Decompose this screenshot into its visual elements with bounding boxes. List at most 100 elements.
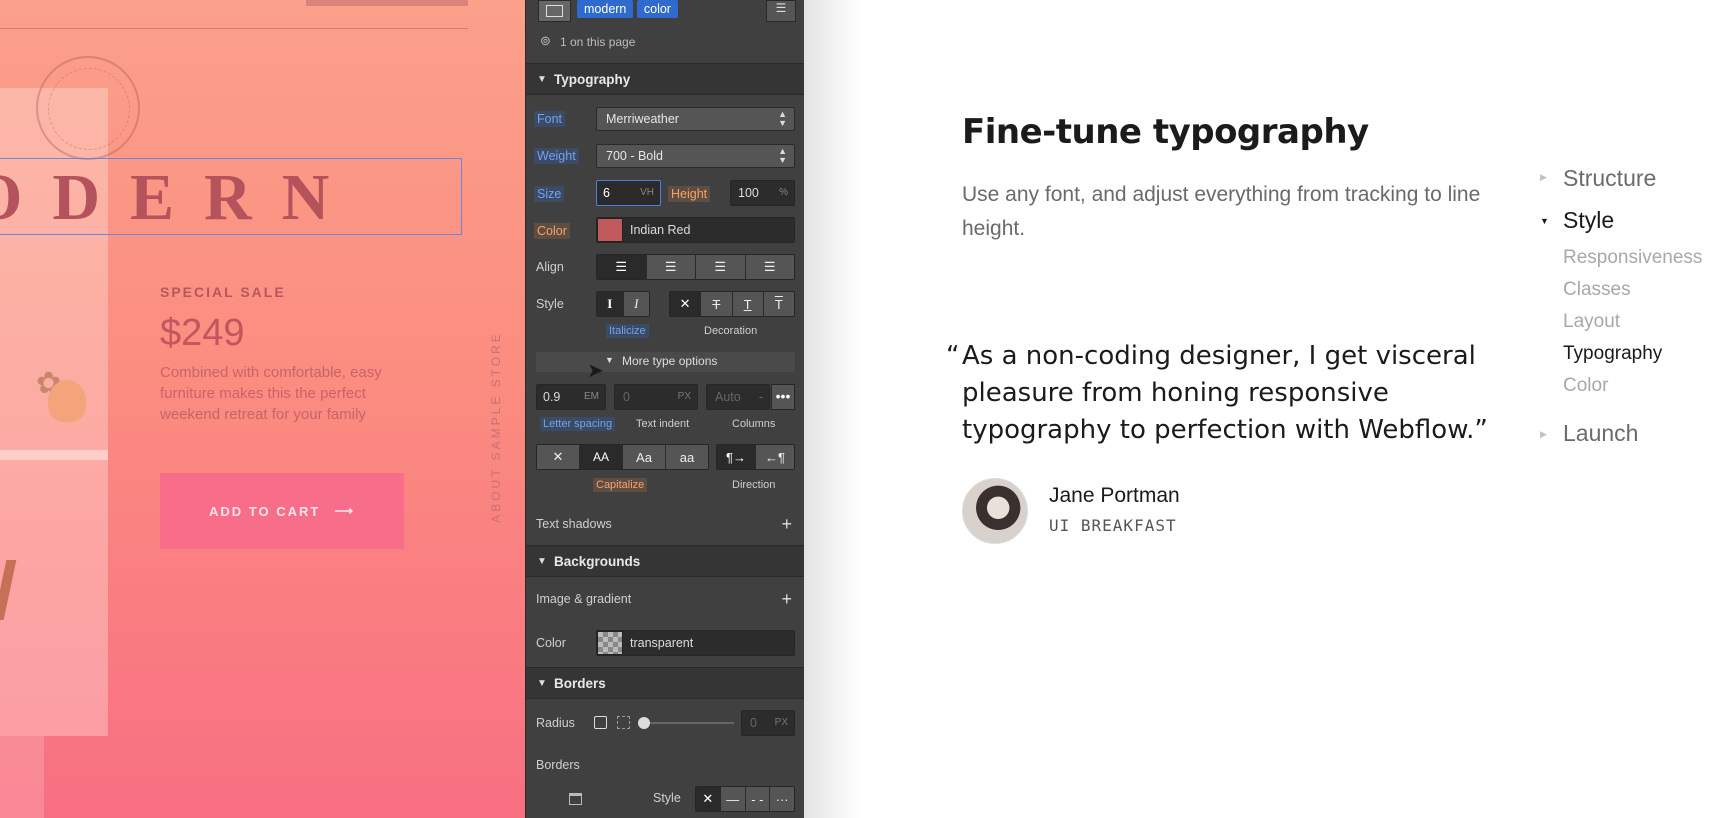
border-none-icon[interactable]: ✕ — [696, 787, 721, 811]
letter-spacing-label: Letter spacing — [540, 417, 616, 431]
radius-label: Radius — [536, 716, 575, 730]
select-arrows-icon: ▲ ▼ — [778, 109, 787, 128]
nav-item-color[interactable]: Color — [1563, 375, 1608, 397]
radius-input[interactable]: 0 PX — [741, 710, 795, 736]
backgrounds-section-header[interactable]: ▼ Backgrounds — [526, 545, 804, 577]
add-text-shadow-icon[interactable]: + — [781, 515, 792, 533]
add-to-cart-button[interactable]: ADD TO CART ⟶ — [160, 473, 404, 549]
border-dotted-icon[interactable]: ··· — [770, 787, 794, 811]
nav-item-launch[interactable]: Launch — [1563, 420, 1638, 447]
nav-item-classes[interactable]: Classes — [1563, 279, 1631, 301]
size-unit[interactable]: VH — [640, 187, 654, 198]
page-title: Fine-tune typography — [962, 112, 1369, 152]
class-tag-color[interactable]: color — [636, 0, 678, 18]
more-type-options-toggle[interactable]: ▼ More type options — [536, 352, 795, 372]
align-right-icon[interactable]: ☰ — [696, 255, 746, 279]
class-tag-modern[interactable]: modern — [577, 0, 634, 18]
nav-item-style[interactable]: Style — [1563, 207, 1614, 234]
mouse-cursor-icon: ➤ — [587, 360, 604, 382]
color-value: Indian Red — [630, 223, 691, 237]
radius-slider-handle[interactable] — [638, 717, 650, 729]
font-select[interactable]: Merriweather ▲ ▼ — [596, 107, 795, 131]
avatar — [962, 478, 1028, 544]
radius-slider-track[interactable] — [640, 722, 734, 724]
columns-input[interactable]: Auto - — [706, 384, 770, 410]
height-input[interactable]: 100 % — [730, 180, 795, 206]
quote-text: As a non-coding designer, I get visceral… — [962, 341, 1488, 445]
align-justify-icon[interactable]: ☰ — [745, 255, 794, 279]
border-dashed-icon[interactable]: - - — [745, 787, 771, 811]
size-input[interactable]: 6 VH — [596, 180, 661, 206]
italic-buttons: I I — [596, 291, 650, 317]
sale-label: SPECIAL SALE — [160, 284, 286, 300]
weight-select[interactable]: 700 - Bold ▲ ▼ — [596, 144, 795, 168]
author-name: Jane Portman — [1049, 484, 1180, 507]
typography-section-header[interactable]: ▼ Typography — [526, 63, 804, 95]
color-field[interactable]: Indian Red — [596, 217, 795, 243]
capitalize-icon[interactable]: Aa — [623, 445, 666, 469]
align-center-icon[interactable]: ☰ — [646, 255, 696, 279]
align-left-icon[interactable]: ☰ — [597, 255, 647, 279]
expanded-triangle-icon: ▼ — [1540, 216, 1549, 226]
product-description: Combined with comfortable, easy furnitur… — [160, 364, 382, 423]
columns-label: Columns — [732, 418, 776, 430]
style-label: Style — [536, 297, 564, 311]
radius-unit[interactable]: PX — [775, 717, 788, 728]
height-unit[interactable]: % — [779, 187, 788, 198]
columns-value: Auto — [715, 390, 741, 404]
nav-item-layout[interactable]: Layout — [1563, 311, 1620, 333]
letter-spacing-value: 0.9 — [543, 390, 561, 404]
collapse-triangle-icon: ▼ — [537, 556, 547, 567]
selector-menu-icon[interactable]: ☰ — [766, 0, 796, 22]
decoration-none-icon[interactable]: ✕ — [670, 292, 702, 316]
testimonial-quote: “ As a non-coding designer, I get viscer… — [946, 338, 1502, 449]
borders-section-header[interactable]: ▼ Borders — [526, 667, 804, 699]
border-all-sides-icon[interactable] — [569, 793, 582, 805]
transform-none-icon[interactable]: ✕ — [537, 445, 580, 469]
add-background-icon[interactable]: + — [781, 590, 792, 608]
color-label: Color — [534, 223, 570, 239]
letter-spacing-unit[interactable]: EM — [584, 391, 599, 402]
add-to-cart-label: ADD TO CART — [209, 503, 321, 519]
letter-spacing-input[interactable]: 0.9 EM — [536, 384, 606, 410]
shelf-image — [0, 450, 108, 460]
section-nav: ▶ Structure ▼ Style Responsiveness Class… — [1540, 0, 1731, 818]
direction-ltr-icon[interactable]: ¶→ — [717, 445, 756, 469]
more-type-options-label: More type options — [622, 354, 718, 368]
radius-all-corners-icon[interactable] — [594, 716, 607, 729]
radius-individual-corners-icon[interactable] — [617, 716, 630, 729]
collapse-triangle-icon: ▼ — [537, 74, 547, 85]
direction-rtl-icon[interactable]: ←¶ — [756, 445, 794, 469]
text-indent-unit[interactable]: PX — [678, 391, 691, 402]
weight-value: 700 - Bold — [606, 149, 663, 163]
strikethrough-icon[interactable]: T — [701, 292, 733, 316]
more-options-dots-icon[interactable]: ••• — [771, 384, 795, 410]
underline-icon[interactable]: T — [732, 292, 764, 316]
target-icon: ⊚ — [540, 33, 551, 48]
border-style-buttons: ✕ — - - ··· — [695, 786, 795, 812]
borders-title: Borders — [554, 676, 606, 691]
typography-title: Typography — [554, 72, 631, 87]
nav-item-responsiveness[interactable]: Responsiveness — [1563, 247, 1702, 269]
italic-on-icon[interactable]: I — [623, 292, 649, 316]
nav-item-structure[interactable]: Structure — [1563, 165, 1656, 192]
design-canvas[interactable]: ✿ ODERN SPECIAL SALE $249 Combined with … — [0, 0, 526, 818]
page-subtitle: Use any font, and adjust everything from… — [962, 183, 1481, 240]
columns-dash: - — [758, 390, 763, 404]
background-color-field[interactable]: transparent — [596, 630, 795, 656]
color-swatch[interactable] — [597, 218, 623, 242]
selected-heading-element[interactable]: ODERN — [0, 158, 462, 235]
nav-item-typography[interactable]: Typography — [1563, 343, 1662, 365]
vertical-store-label: ABOUT SAMPLE STORE — [489, 331, 503, 523]
transparent-swatch[interactable] — [597, 631, 623, 655]
element-icon — [546, 5, 563, 17]
italic-off-icon[interactable]: I — [597, 292, 624, 316]
author-company: UI BREAKFAST — [1049, 516, 1177, 535]
lowercase-icon[interactable]: aa — [666, 445, 708, 469]
overline-icon[interactable]: T — [763, 292, 794, 316]
border-solid-icon[interactable]: — — [720, 787, 746, 811]
uppercase-icon[interactable]: AA — [580, 445, 623, 469]
selector-icon-button[interactable] — [538, 0, 571, 22]
text-indent-input[interactable]: 0 PX — [614, 384, 698, 410]
panel-shadow — [804, 0, 860, 818]
